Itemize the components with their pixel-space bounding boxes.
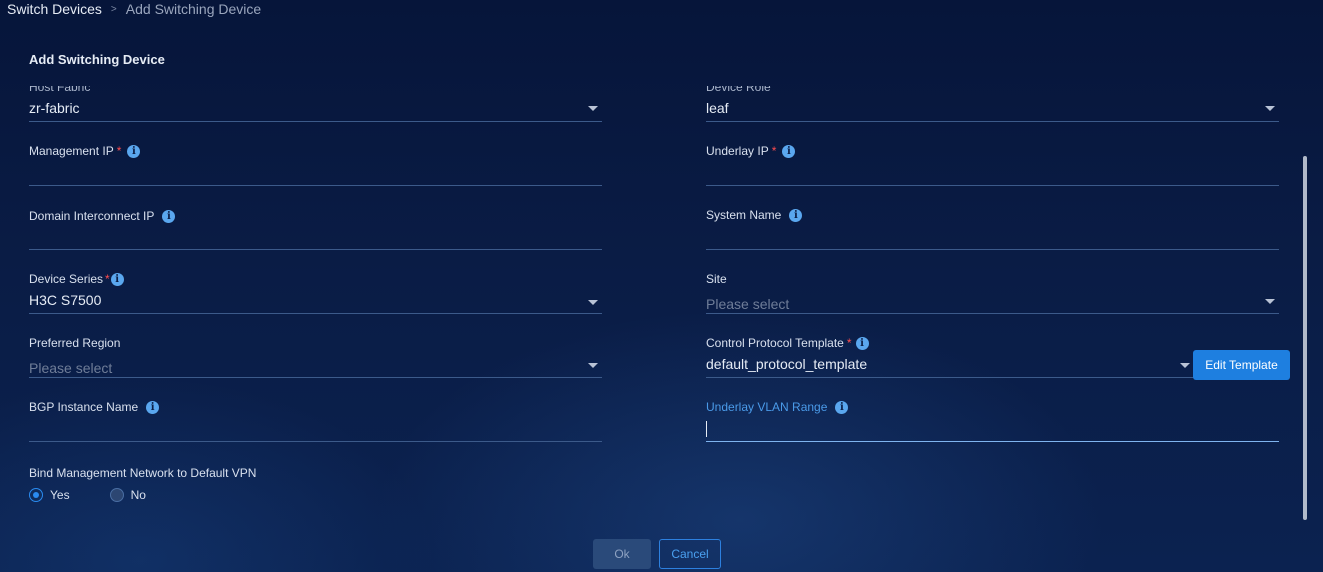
system-name-field[interactable]: System Name i bbox=[706, 208, 1279, 264]
info-icon[interactable]: i bbox=[835, 400, 849, 414]
site-underline bbox=[706, 313, 1279, 314]
site-placeholder: Please select bbox=[706, 296, 790, 312]
site-label: Site bbox=[706, 272, 727, 286]
system-name-label-text: System Name bbox=[706, 208, 782, 222]
preferred-region-select[interactable]: Preferred Region Please select bbox=[29, 336, 602, 392]
management-ip-underline bbox=[29, 185, 602, 186]
chevron-down-icon[interactable] bbox=[1265, 299, 1275, 304]
device-series-label-text: Device Series bbox=[29, 272, 104, 286]
bgp-instance-name-label: BGP Instance Name i bbox=[29, 400, 160, 414]
device-series-label: Device Series * i bbox=[29, 272, 124, 286]
info-icon[interactable]: i bbox=[162, 209, 176, 223]
management-ip-label-text: Management IP bbox=[29, 144, 114, 158]
cancel-button[interactable]: Cancel bbox=[659, 539, 721, 569]
management-ip-field[interactable]: Management IP * i bbox=[29, 144, 602, 200]
underlay-vlan-range-field[interactable]: Underlay VLAN Range i bbox=[706, 400, 1279, 456]
underlay-vlan-range-label-text: Underlay VLAN Range bbox=[706, 400, 828, 414]
edit-template-button[interactable]: Edit Template bbox=[1193, 350, 1290, 380]
info-icon[interactable]: i bbox=[855, 336, 869, 350]
underlay-vlan-range-underline bbox=[706, 441, 1279, 442]
vertical-scrollbar[interactable] bbox=[1303, 156, 1307, 520]
underlay-ip-label: Underlay IP * i bbox=[706, 144, 796, 158]
host-fabric-value: zr-fabric bbox=[29, 100, 80, 116]
host-fabric-select[interactable]: Host Fabric zr-fabric bbox=[29, 86, 602, 144]
bind-mgmt-label: Bind Management Network to Default VPN bbox=[29, 466, 256, 480]
bind-mgmt-radio-group: Yes No bbox=[29, 488, 186, 502]
preferred-region-label-text: Preferred Region bbox=[29, 336, 121, 350]
domain-interconnect-ip-underline bbox=[29, 249, 602, 250]
domain-interconnect-ip-label: Domain Interconnect IP i bbox=[29, 209, 176, 223]
info-icon[interactable]: i bbox=[789, 208, 803, 222]
bgp-instance-name-underline bbox=[29, 441, 602, 442]
text-cursor bbox=[706, 421, 707, 437]
chevron-down-icon[interactable] bbox=[1180, 363, 1190, 368]
device-role-label-text: Device Role bbox=[706, 80, 771, 94]
underlay-ip-label-text: Underlay IP bbox=[706, 144, 769, 158]
chevron-down-icon[interactable] bbox=[588, 363, 598, 368]
underlay-ip-field[interactable]: Underlay IP * i bbox=[706, 144, 1279, 200]
domain-interconnect-ip-label-text: Domain Interconnect IP bbox=[29, 209, 155, 223]
domain-interconnect-ip-field[interactable]: Domain Interconnect IP i bbox=[29, 209, 602, 265]
chevron-down-icon[interactable] bbox=[1265, 106, 1275, 111]
host-fabric-underline bbox=[29, 121, 602, 122]
info-icon[interactable]: i bbox=[127, 144, 141, 158]
control-protocol-template-select[interactable]: Control Protocol Template * i default_pr… bbox=[706, 336, 1279, 392]
preferred-region-underline bbox=[29, 377, 602, 378]
control-protocol-template-label-text: Control Protocol Template bbox=[706, 336, 844, 350]
system-name-label: System Name i bbox=[706, 208, 803, 222]
device-series-select[interactable]: Device Series * i H3C S7500 bbox=[29, 272, 602, 328]
underlay-ip-underline bbox=[706, 185, 1279, 186]
device-series-value: H3C S7500 bbox=[29, 292, 102, 308]
required-mark: * bbox=[771, 144, 777, 158]
management-ip-label: Management IP * i bbox=[29, 144, 141, 158]
ok-button[interactable]: Ok bbox=[593, 539, 651, 569]
radio-no-label: No bbox=[130, 488, 146, 502]
radio-no[interactable]: No bbox=[109, 488, 146, 502]
required-mark: * bbox=[116, 144, 122, 158]
control-protocol-template-label: Control Protocol Template * i bbox=[706, 336, 869, 350]
radio-yes[interactable]: Yes bbox=[29, 488, 70, 502]
host-fabric-label: Host Fabric bbox=[29, 80, 91, 94]
chevron-down-icon[interactable] bbox=[588, 106, 598, 111]
device-role-value: leaf bbox=[706, 100, 729, 116]
radio-unchecked-icon[interactable] bbox=[109, 488, 124, 502]
info-icon[interactable]: i bbox=[110, 272, 124, 286]
radio-checked-icon[interactable] bbox=[29, 488, 43, 502]
device-role-label: Device Role bbox=[706, 80, 771, 94]
bgp-instance-name-field[interactable]: BGP Instance Name i bbox=[29, 400, 602, 456]
host-fabric-label-text: Host Fabric bbox=[29, 80, 91, 94]
device-series-underline bbox=[29, 313, 602, 314]
required-mark: * bbox=[846, 336, 852, 350]
control-protocol-template-value: default_protocol_template bbox=[706, 356, 868, 372]
add-device-form: Host Fabric zr-fabric Device Role leaf M… bbox=[0, 0, 1323, 572]
underlay-vlan-range-label: Underlay VLAN Range i bbox=[706, 400, 849, 414]
bind-mgmt-label-text: Bind Management Network to Default VPN bbox=[29, 466, 257, 480]
device-role-underline bbox=[706, 121, 1279, 122]
system-name-underline bbox=[706, 249, 1279, 250]
site-label-text: Site bbox=[706, 272, 727, 286]
radio-yes-label: Yes bbox=[50, 488, 70, 502]
required-mark: * bbox=[105, 272, 110, 286]
chevron-down-icon[interactable] bbox=[588, 300, 598, 305]
device-role-select[interactable]: Device Role leaf bbox=[706, 86, 1279, 144]
info-icon[interactable]: i bbox=[782, 144, 796, 158]
bgp-instance-name-label-text: BGP Instance Name bbox=[29, 400, 139, 414]
preferred-region-label: Preferred Region bbox=[29, 336, 120, 350]
preferred-region-placeholder: Please select bbox=[29, 360, 113, 376]
site-select[interactable]: Site Please select bbox=[706, 272, 1279, 328]
info-icon[interactable]: i bbox=[146, 400, 160, 414]
